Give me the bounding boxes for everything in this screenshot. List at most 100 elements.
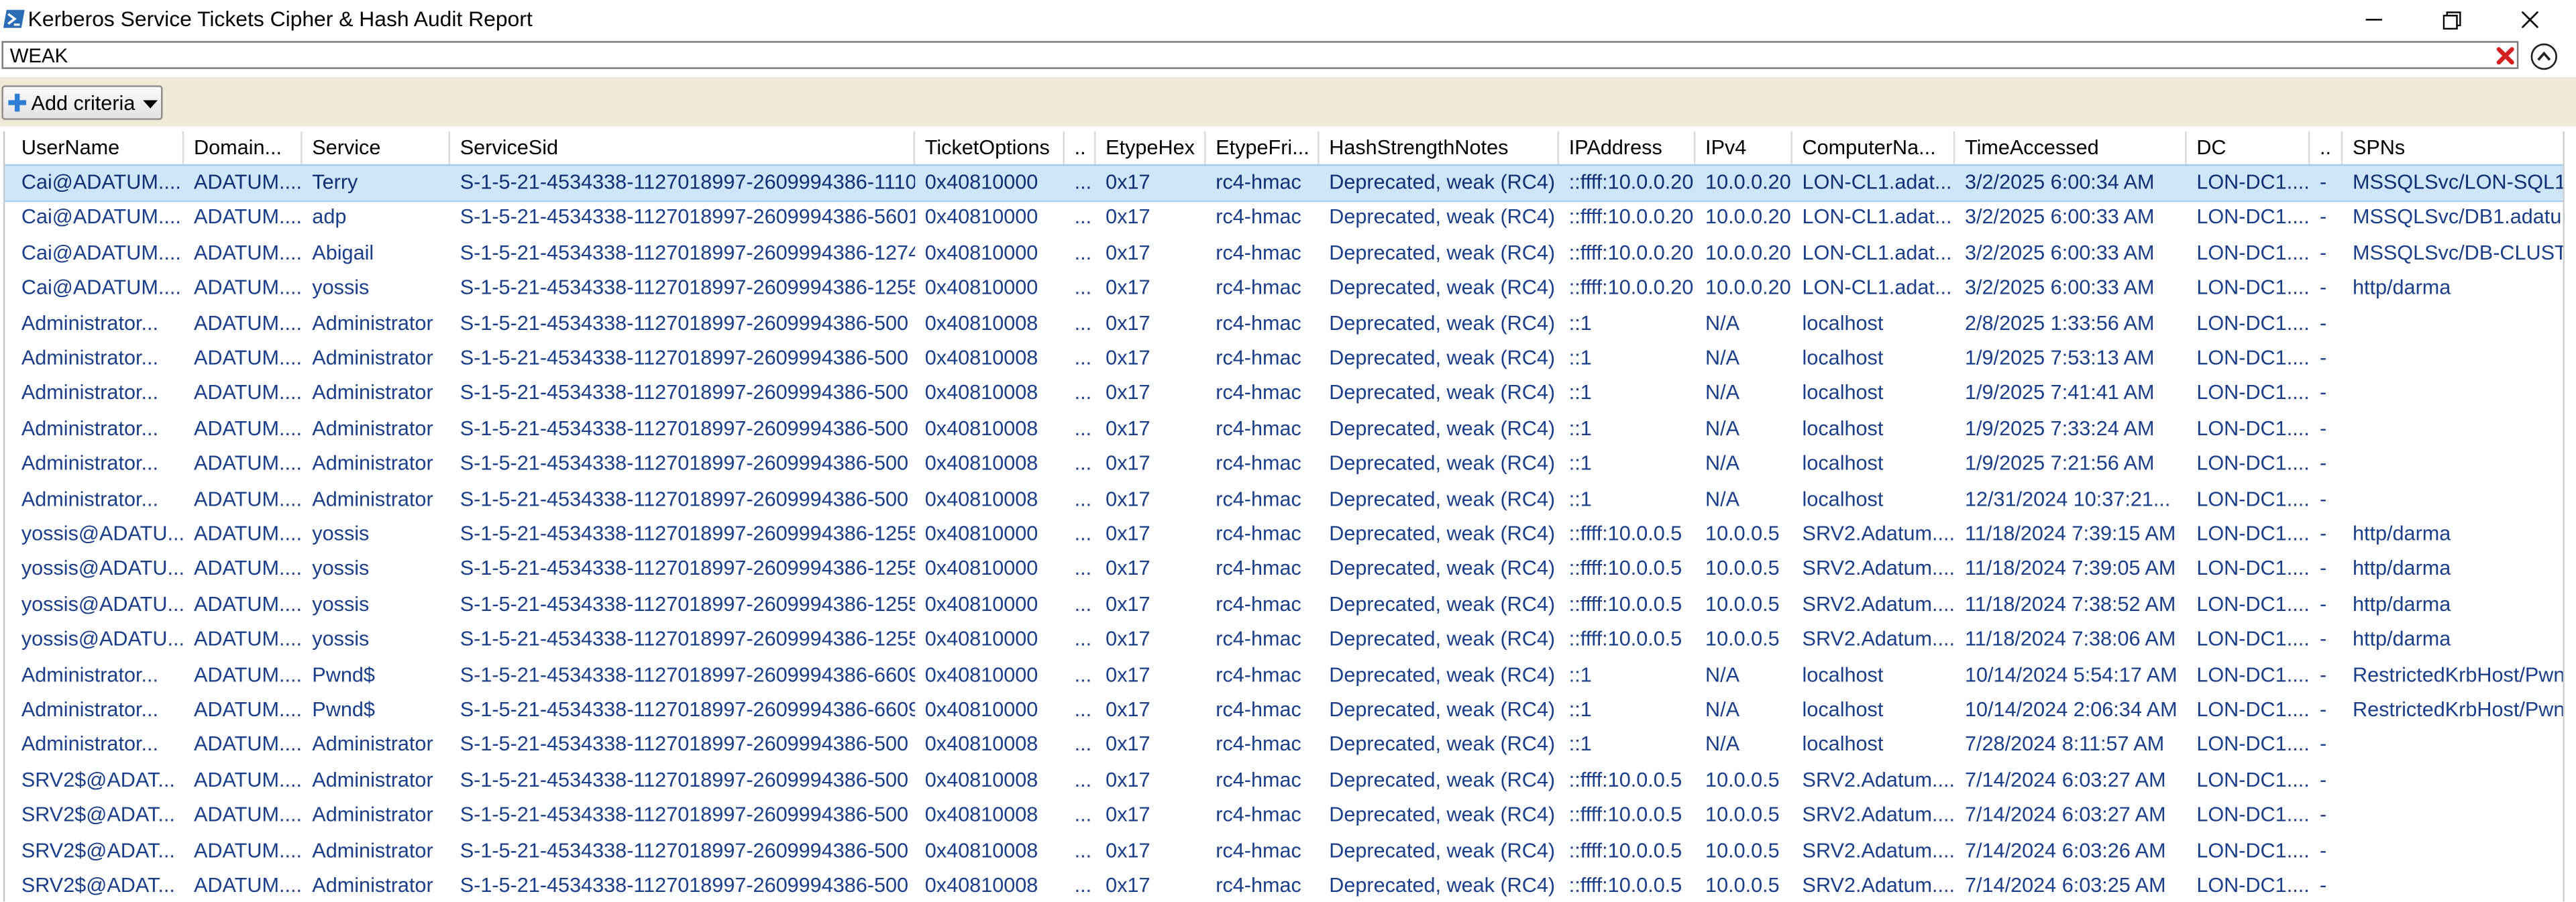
table-row[interactable]: SRV2$@ADAT... ADATUM.... Administrator S-1-…	[5, 799, 2565, 834]
table-cell: -	[2319, 522, 2327, 546]
table-cell: ...	[1074, 206, 1092, 229]
table-cell: LON-DC1....	[2196, 311, 2310, 335]
table-cell: LON-DC1....	[2196, 241, 2310, 264]
table-cell: ...	[1074, 768, 1092, 791]
table-row[interactable]: Administrator... ADATUM.... Pwnd$ S-1-5-21-…	[5, 693, 2565, 728]
table-cell: 0x40810008	[924, 803, 1038, 827]
column-header[interactable]: TimeAccessed	[1955, 131, 2187, 164]
table-cell: ...	[1074, 416, 1092, 440]
table-cell: LON-DC1....	[2196, 733, 2310, 756]
table-cell: LON-DC1....	[2196, 768, 2310, 791]
table-cell: ADATUM....	[193, 663, 303, 686]
table-cell: -	[2319, 451, 2327, 475]
table-cell: ADATUM....	[193, 733, 303, 756]
table-cell: http/darma	[2352, 276, 2451, 300]
table-cell: -	[2319, 768, 2327, 791]
table-row[interactable]: SRV2$@ADAT... ADATUM.... Administrator S-1-…	[5, 869, 2565, 902]
table-cell: Deprecated, weak (RC4)	[1329, 627, 1556, 651]
column-header[interactable]: Service	[303, 131, 451, 164]
table-row[interactable]: Cai@ADATUM.... ADATUM.... adp S-1-5-21-4534…	[5, 201, 2565, 236]
table-cell: 0x17	[1106, 803, 1150, 827]
column-header[interactable]: ..	[1065, 131, 1096, 164]
column-header[interactable]: Domain...	[184, 131, 303, 164]
add-criteria-button[interactable]: Add criteria	[1, 85, 163, 120]
table-cell: ::ffff:10.0.0.5	[1568, 768, 1682, 791]
table-cell: ADATUM....	[193, 206, 303, 229]
column-header[interactable]: EtypeHex	[1095, 131, 1206, 164]
table-row[interactable]: Administrator... ADATUM.... Pwnd$ S-1-5-21-…	[5, 658, 2565, 693]
table-cell: Deprecated, weak (RC4)	[1329, 170, 1556, 194]
column-header[interactable]: ..	[2310, 131, 2343, 164]
results-grid[interactable]: UserName Domain... Service ServiceSid Ticket…	[3, 131, 2565, 902]
table-cell: ...	[1074, 627, 1092, 651]
filter-input[interactable]	[1, 41, 2519, 69]
table-cell: rc4-hmac	[1216, 557, 1301, 581]
table-cell: ADATUM....	[193, 838, 303, 862]
close-button[interactable]	[2492, 0, 2568, 40]
table-cell	[2343, 447, 2565, 482]
table-cell: SRV2$@ADAT...	[21, 803, 175, 827]
clear-x-icon[interactable]	[2494, 44, 2517, 67]
minimize-button[interactable]	[2336, 0, 2412, 40]
table-cell: SRV2.Adatum....	[1802, 803, 1955, 827]
collapse-up-icon[interactable]	[2530, 43, 2558, 71]
column-header[interactable]: HashStrengthNotes	[1320, 131, 1560, 164]
table-cell: ...	[1074, 241, 1092, 264]
table-cell: localhost	[1802, 416, 1884, 440]
column-header[interactable]: SPNs	[2343, 131, 2565, 164]
table-row[interactable]: Administrator... ADATUM.... Administrator S…	[5, 412, 2565, 447]
table-cell: 0x17	[1106, 451, 1150, 475]
restore-button[interactable]	[2414, 0, 2489, 40]
column-header[interactable]: ComputerNa...	[1792, 131, 1955, 164]
table-cell: localhost	[1802, 733, 1884, 756]
table-cell: yossis@ADATU...	[21, 627, 184, 651]
column-header[interactable]: ServiceSid	[450, 131, 916, 164]
column-header[interactable]: IPv4	[1695, 131, 1792, 164]
table-cell: -	[2319, 733, 2327, 756]
column-header[interactable]: DC	[2187, 131, 2310, 164]
table-row[interactable]: SRV2$@ADAT... ADATUM.... Administrator S-1-…	[5, 834, 2565, 868]
table-cell: -	[2319, 627, 2327, 651]
table-cell: Deprecated, weak (RC4)	[1329, 487, 1556, 510]
table-cell: http/darma	[2352, 592, 2451, 616]
table-cell: N/A	[1705, 697, 1740, 722]
table-cell	[2343, 869, 2565, 902]
table-cell: 0x40810008	[924, 311, 1038, 335]
table-row[interactable]: Administrator... ADATUM.... Administrator S…	[5, 341, 2565, 376]
column-header[interactable]: UserName	[11, 131, 184, 164]
table-cell: S-1-5-21-4534338-1127018997-2609994386-5…	[460, 346, 909, 370]
table-cell: -	[2319, 592, 2327, 616]
table-row[interactable]: Administrator... ADATUM.... Administrator S…	[5, 306, 2565, 341]
table-row[interactable]: SRV2$@ADAT... ADATUM.... Administrator S-1-…	[5, 763, 2565, 798]
table-cell: SRV2.Adatum....	[1802, 557, 1955, 581]
table-row[interactable]: yossis@ADATU... ADATUM.... yossis S-1-5-21-…	[5, 587, 2565, 622]
table-cell: rc4-hmac	[1216, 803, 1301, 827]
table-cell: 0x40810008	[924, 873, 1038, 897]
table-row[interactable]: Cai@ADATUM.... ADATUM.... yossis S-1-5-21-4…	[5, 272, 2565, 306]
table-cell: 0x40810008	[924, 346, 1038, 370]
table-row[interactable]: yossis@ADATU... ADATUM.... yossis S-1-5-21-…	[5, 517, 2565, 552]
table-cell: 0x40810008	[924, 768, 1038, 791]
table-cell: -	[2319, 206, 2327, 229]
table-row[interactable]: Administrator... ADATUM.... Administrator S…	[5, 447, 2565, 482]
table-cell: Deprecated, weak (RC4)	[1329, 733, 1556, 756]
table-cell: 11/18/2024 7:38:52 AM	[1965, 592, 2176, 616]
table-row[interactable]: yossis@ADATU... ADATUM.... yossis S-1-5-21-…	[5, 623, 2565, 658]
table-row[interactable]: Administrator... ADATUM.... Administrator S…	[5, 728, 2565, 763]
table-cell: LON-DC1....	[2196, 873, 2310, 897]
column-header[interactable]: IPAddress	[1559, 131, 1696, 164]
table-cell: rc4-hmac	[1216, 276, 1301, 300]
table-cell: LON-DC1....	[2196, 592, 2310, 616]
title-bar[interactable]: Kerberos Service Tickets Cipher & Hash A…	[0, 0, 2576, 40]
table-cell: MSSQLSvc/DB-CLUST.ad	[2352, 241, 2565, 264]
table-row[interactable]: Administrator... ADATUM.... Administrator S…	[5, 482, 2565, 517]
table-row[interactable]: Cai@ADATUM.... ADATUM.... Abigail S-1-5-21-…	[5, 236, 2565, 271]
table-row[interactable]: Cai@ADATUM.... ADATUM.... Terry S-1-5-21-45…	[5, 164, 2565, 203]
column-header[interactable]: TicketOptions	[915, 131, 1065, 164]
table-cell: 0x17	[1106, 838, 1150, 862]
table-row[interactable]: Administrator... ADATUM.... Administrator S…	[5, 377, 2565, 412]
column-header[interactable]: EtypeFri...	[1206, 131, 1320, 164]
table-cell: -	[2319, 487, 2327, 510]
table-row[interactable]: yossis@ADATU... ADATUM.... yossis S-1-5-21-…	[5, 553, 2565, 587]
table-cell: LON-DC1....	[2196, 803, 2310, 827]
